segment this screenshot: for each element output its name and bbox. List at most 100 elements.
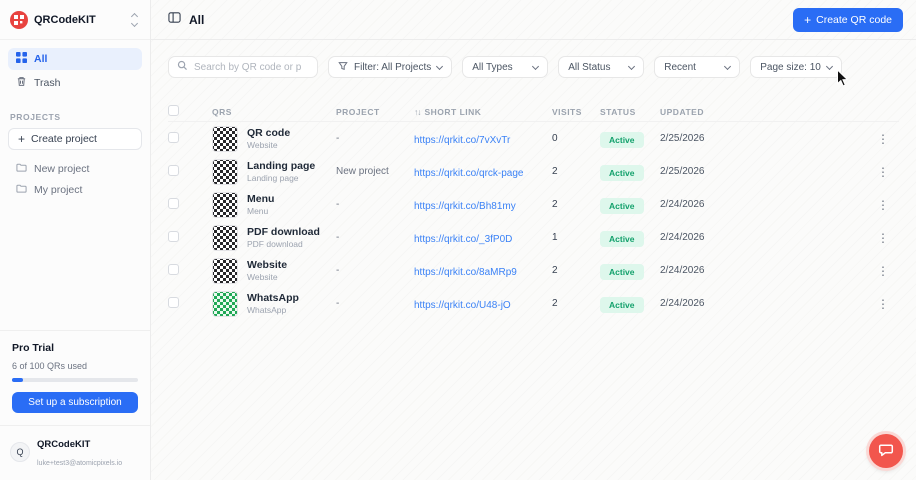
funnel-icon bbox=[338, 61, 348, 74]
row-short-link[interactable]: https://qrkit.co/8aMRp9 bbox=[414, 267, 517, 278]
row-visits: 2 bbox=[552, 265, 600, 276]
folder-icon bbox=[16, 183, 27, 197]
qr-thumbnail bbox=[212, 192, 238, 218]
table-row: MenuMenu - https://qrkit.co/Bh81my 2 Act… bbox=[168, 188, 899, 221]
table-row: QR codeWebsite - https://qrkit.co/7vXvTr… bbox=[168, 122, 899, 155]
row-checkbox[interactable] bbox=[168, 132, 179, 143]
subscribe-button[interactable]: Set up a subscription bbox=[12, 392, 138, 413]
row-short-link[interactable]: https://qrkit.co/qrck-page bbox=[414, 168, 524, 179]
account-email: luke+test3@atomicpixels.io bbox=[37, 460, 122, 467]
row-visits: 1 bbox=[552, 232, 600, 243]
sidebar-item-label: All bbox=[34, 53, 47, 65]
column-header-updated: UPDATED bbox=[660, 107, 768, 117]
filter-label: All Types bbox=[472, 62, 512, 73]
grid-icon bbox=[16, 52, 27, 66]
toolbar: Filter: All Projects All Types All Statu… bbox=[168, 56, 899, 78]
qr-thumbnail bbox=[212, 258, 238, 284]
row-project: - bbox=[336, 199, 414, 210]
sidebar-project-new-project[interactable]: New project bbox=[8, 158, 142, 179]
qr-type: Website bbox=[247, 272, 287, 282]
projects-section-label: PROJECTS bbox=[0, 96, 150, 128]
qr-thumbnail bbox=[212, 159, 238, 185]
status-filter-dropdown[interactable]: All Status bbox=[558, 56, 644, 78]
search-box bbox=[168, 56, 318, 78]
qr-type: Menu bbox=[247, 206, 274, 216]
kebab-menu-icon[interactable]: ⋮ bbox=[871, 295, 895, 313]
page-size-dropdown[interactable]: Page size: 10 bbox=[750, 56, 842, 78]
chevron-down-icon bbox=[436, 62, 443, 69]
qr-name: WhatsApp bbox=[247, 292, 299, 304]
row-checkbox[interactable] bbox=[168, 264, 179, 275]
trash-icon bbox=[16, 76, 27, 90]
row-checkbox[interactable] bbox=[168, 231, 179, 242]
brand-header: QRCodeKIT bbox=[0, 0, 150, 40]
create-project-button[interactable]: + Create project bbox=[8, 128, 142, 150]
workspace-switcher-icon[interactable] bbox=[129, 11, 140, 29]
kebab-menu-icon[interactable]: ⋮ bbox=[871, 130, 895, 148]
avatar: Q bbox=[10, 442, 30, 462]
filter-label: Page size: 10 bbox=[760, 62, 821, 73]
sort-icon: ↑↓ bbox=[414, 107, 421, 117]
qr-type: WhatsApp bbox=[247, 305, 299, 315]
row-checkbox[interactable] bbox=[168, 297, 179, 308]
sort-dropdown[interactable]: Recent bbox=[654, 56, 740, 78]
table-row: WebsiteWebsite - https://qrkit.co/8aMRp9… bbox=[168, 254, 899, 287]
folder-icon bbox=[16, 162, 27, 176]
select-all-checkbox[interactable] bbox=[168, 105, 179, 116]
filter-label: Recent bbox=[664, 62, 696, 73]
sidebar-project-my-project[interactable]: My project bbox=[8, 179, 142, 200]
filter-projects-dropdown[interactable]: Filter: All Projects bbox=[328, 56, 452, 78]
sidebar: QRCodeKIT All Trash PROJECTS + Create pr… bbox=[0, 0, 151, 480]
project-label: My project bbox=[34, 184, 82, 196]
row-project: - bbox=[336, 298, 414, 309]
qr-thumbnail bbox=[212, 225, 238, 251]
status-badge: Active bbox=[600, 132, 644, 148]
type-filter-dropdown[interactable]: All Types bbox=[462, 56, 548, 78]
plus-icon: + bbox=[18, 133, 25, 145]
column-header-label: SHORT LINK bbox=[425, 107, 482, 117]
row-visits: 2 bbox=[552, 166, 600, 177]
create-qr-button[interactable]: + Create QR code bbox=[793, 8, 903, 32]
row-visits: 2 bbox=[552, 298, 600, 309]
status-badge: Active bbox=[600, 165, 644, 181]
plan-usage: 6 of 100 QRs used bbox=[12, 361, 138, 371]
main-area: All + Create QR code Filter: All Project… bbox=[151, 0, 916, 480]
plan-panel: Pro Trial 6 of 100 QRs used Set up a sub… bbox=[0, 330, 150, 425]
row-short-link[interactable]: https://qrkit.co/_3fP0D bbox=[414, 234, 512, 245]
qr-name: Website bbox=[247, 259, 287, 271]
row-checkbox[interactable] bbox=[168, 198, 179, 209]
row-short-link[interactable]: https://qrkit.co/Bh81my bbox=[414, 201, 516, 212]
row-short-link[interactable]: https://qrkit.co/U48-jO bbox=[414, 300, 511, 311]
row-project: - bbox=[336, 133, 414, 144]
table-row: Landing pageLanding page New project htt… bbox=[168, 155, 899, 188]
account-name: QRCodeKIT bbox=[37, 439, 90, 450]
column-header-qrs: QRS bbox=[212, 107, 336, 117]
row-project: - bbox=[336, 265, 414, 276]
brand-name: QRCodeKIT bbox=[34, 14, 123, 26]
chat-bubble-icon bbox=[878, 442, 894, 461]
sidebar-item-trash[interactable]: Trash bbox=[8, 72, 142, 94]
kebab-menu-icon[interactable]: ⋮ bbox=[871, 229, 895, 247]
chat-widget-button[interactable] bbox=[869, 434, 903, 468]
sidebar-bottom: Pro Trial 6 of 100 QRs used Set up a sub… bbox=[0, 330, 150, 480]
qr-name: Menu bbox=[247, 193, 274, 205]
search-input[interactable] bbox=[194, 62, 309, 73]
panel-toggle-icon[interactable] bbox=[168, 11, 181, 29]
status-badge: Active bbox=[600, 198, 644, 214]
qr-name: QR code bbox=[247, 127, 290, 139]
row-short-link[interactable]: https://qrkit.co/7vXvTr bbox=[414, 135, 510, 146]
column-header-short-link[interactable]: ↑↓ SHORT LINK bbox=[414, 107, 552, 117]
kebab-menu-icon[interactable]: ⋮ bbox=[871, 163, 895, 181]
row-project: New project bbox=[336, 166, 414, 177]
row-checkbox[interactable] bbox=[168, 165, 179, 176]
project-label: New project bbox=[34, 163, 89, 175]
sidebar-item-all[interactable]: All bbox=[8, 48, 142, 70]
row-visits: 0 bbox=[552, 133, 600, 144]
kebab-menu-icon[interactable]: ⋮ bbox=[871, 262, 895, 280]
row-updated: 2/24/2026 bbox=[660, 265, 768, 276]
kebab-menu-icon[interactable]: ⋮ bbox=[871, 196, 895, 214]
qr-name: PDF download bbox=[247, 226, 320, 238]
table-row: WhatsAppWhatsApp - https://qrkit.co/U48-… bbox=[168, 287, 899, 320]
account-row[interactable]: Q QRCodeKIT luke+test3@atomicpixels.io bbox=[0, 425, 150, 480]
chevron-down-icon bbox=[724, 62, 731, 69]
